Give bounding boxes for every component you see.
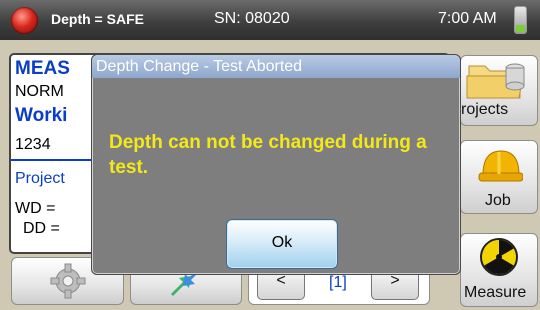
section-divider bbox=[11, 159, 93, 161]
projects-button[interactable]: rojects bbox=[460, 55, 538, 126]
clock: 7:00 AM bbox=[438, 10, 497, 27]
project-label: Project bbox=[15, 170, 65, 187]
wd-label: WD = bbox=[15, 200, 56, 217]
page-indicator: [1] bbox=[329, 274, 347, 291]
hard-hat-icon bbox=[478, 150, 523, 182]
working-value: 1234 bbox=[15, 136, 51, 153]
measure-heading: MEAS bbox=[15, 58, 70, 79]
radiation-icon bbox=[480, 238, 518, 276]
measure-button[interactable]: Measure bbox=[460, 233, 538, 307]
job-button[interactable]: Job bbox=[460, 140, 538, 214]
alert-dialog: Depth Change - Test Aborted Depth can no… bbox=[91, 54, 461, 275]
job-label: Job bbox=[485, 192, 511, 209]
gear-icon bbox=[50, 263, 86, 299]
ok-button[interactable]: Ok bbox=[226, 219, 338, 269]
folder-icon bbox=[466, 63, 525, 99]
dialog-message: Depth can not be changed during a test. bbox=[109, 132, 427, 178]
battery-icon bbox=[514, 6, 527, 34]
dialog-title: Depth Change - Test Aborted bbox=[92, 55, 460, 78]
serial-number: SN: 08020 bbox=[214, 10, 290, 27]
working-label: Worki bbox=[15, 105, 68, 126]
mode-label: NORM bbox=[15, 83, 64, 100]
measure-label: Measure bbox=[464, 284, 527, 301]
projects-label: rojects bbox=[461, 101, 509, 118]
status-bar: Depth = SAFE SN: 08020 7:00 AM bbox=[0, 0, 540, 40]
app-logo-icon[interactable] bbox=[11, 7, 38, 34]
dd-label: DD = bbox=[23, 220, 60, 237]
depth-status: Depth = SAFE bbox=[51, 11, 144, 27]
